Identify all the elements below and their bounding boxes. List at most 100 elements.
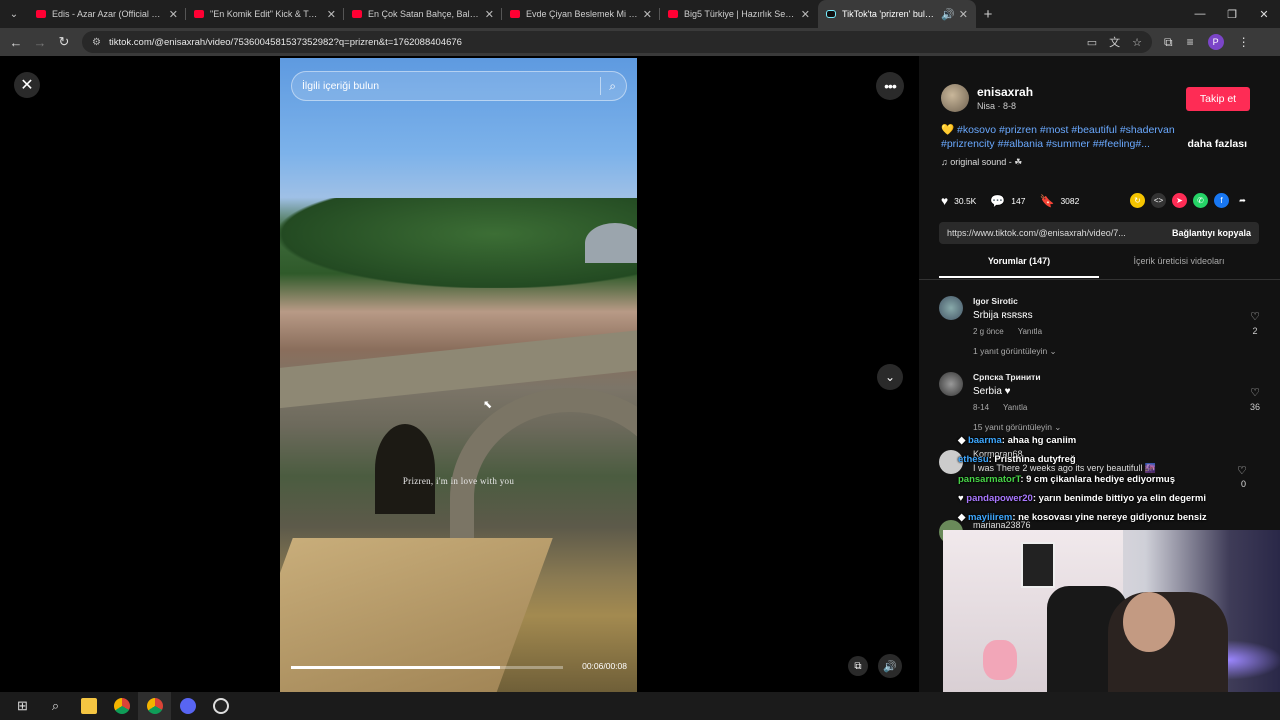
comment-like-icon[interactable]: ♡ <box>1245 310 1265 323</box>
comment-like-icon[interactable]: ♡ <box>1237 464 1247 477</box>
site-info-icon[interactable]: ⚙ <box>92 37 101 48</box>
more-options-icon[interactable]: ••• <box>876 72 904 100</box>
browser-tab[interactable]: Big5 Türkiye | Hazırlık Sezonu 4✕ <box>660 0 818 28</box>
whatsapp-icon[interactable]: ✆ <box>1193 193 1208 208</box>
browser-tab[interactable]: Edis - Azar Azar (Official Video) ✕ <box>28 0 186 28</box>
file-explorer-icon[interactable] <box>72 692 105 720</box>
browser-menu-icon[interactable]: ⋮ <box>1238 35 1250 49</box>
comment-like-count: 2 <box>1252 326 1258 336</box>
commenter-avatar[interactable] <box>939 296 963 320</box>
minimize-icon[interactable]: — <box>1184 0 1216 28</box>
video-timecode: 00:06/00:08 <box>582 661 627 671</box>
close-tab-icon[interactable]: ✕ <box>959 8 968 21</box>
search-placeholder: İlgili içeriği bulun <box>302 80 380 92</box>
new-tab-button[interactable]: + <box>976 6 1000 23</box>
save-button[interactable]: 🔖 3082 <box>1039 194 1079 208</box>
address-bar[interactable]: ⚙ tiktok.com/@enisaxrah/video/7536004581… <box>82 31 1152 53</box>
progress-fill <box>291 666 501 669</box>
repost-icon[interactable]: ↻ <box>1130 193 1145 208</box>
search-icon[interactable]: ⌕ <box>609 79 616 94</box>
chat-text: : ne kosovası yine nereye gidiyonuz bens… <box>1012 512 1207 523</box>
close-tab-icon[interactable]: ✕ <box>801 8 810 21</box>
like-count: 30.5K <box>954 196 977 206</box>
chat-text: : yarın benimde bittiyo ya elin degermi <box>1032 493 1206 504</box>
browser-toolbar: ← → ↻ ⚙ tiktok.com/@enisaxrah/video/7536… <box>0 28 1280 56</box>
close-tab-icon[interactable]: ✕ <box>327 8 336 21</box>
author-username[interactable]: enisaxrah <box>977 85 1033 99</box>
view-replies-link[interactable]: 15 yanıt görüntüleyin ⌄ <box>973 422 1061 433</box>
tab-creator-videos[interactable]: İçerik üreticisi videoları <box>1099 256 1259 278</box>
profile-avatar[interactable]: P <box>1207 34 1224 50</box>
discord-icon[interactable] <box>171 692 204 720</box>
close-tab-icon[interactable]: ✕ <box>485 8 494 21</box>
comment-like-count: 0 <box>1241 479 1247 489</box>
comment-meta: 8-14 Yanıtla <box>973 403 1027 412</box>
comment-time: 8-14 <box>973 403 990 412</box>
like-button[interactable]: ♥ 30.5K <box>941 194 976 208</box>
hashtags-line[interactable]: #prizrencity ##albania #summer ##feeling… <box>941 138 1150 150</box>
embed-code-icon[interactable]: <> <box>1151 193 1166 208</box>
tab-comments[interactable]: Yorumlar (147) <box>939 256 1099 278</box>
chat-text: : ahaa hg caniim <box>1001 435 1077 446</box>
close-tab-icon[interactable]: ✕ <box>169 8 178 21</box>
back-icon[interactable]: ← <box>4 30 28 54</box>
view-replies-link[interactable]: 1 yanıt görüntüleyin ⌄ <box>973 346 1057 357</box>
copy-link-button[interactable]: Bağlantıyı kopyala <box>1172 228 1251 238</box>
sound-link[interactable]: ♫ original sound - ☘ <box>941 157 1022 168</box>
forward-icon[interactable]: → <box>28 30 52 54</box>
send-icon[interactable]: ➤ <box>1172 193 1187 208</box>
follow-button[interactable]: Takip et <box>1186 87 1250 111</box>
heart-emoji-icon: 💛 <box>941 124 955 136</box>
browser-tab-active[interactable]: TikTok'ta 'prizren' bulabilirs🔊✕ <box>818 0 976 28</box>
next-video-chevron-icon[interactable]: ⌄ <box>877 364 903 390</box>
reply-link[interactable]: Yanıtla <box>1018 327 1042 336</box>
restore-icon[interactable]: ❐ <box>1216 0 1248 28</box>
volume-icon[interactable]: 🔊 <box>878 654 902 678</box>
windows-taskbar: ⊞ ⌕ <box>0 692 1280 720</box>
extensions-icon[interactable]: ⧉ <box>1164 35 1173 50</box>
browser-tab[interactable]: Evde Çiyan Beslemek Mi ? - You✕ <box>502 0 660 28</box>
commenter-avatar[interactable] <box>939 372 963 396</box>
author-avatar[interactable] <box>941 84 969 112</box>
engagement-bar: ♥ 30.5K 💬 147 🔖 3082 <box>941 194 1093 208</box>
browser-tab[interactable]: "En Komik Edit" Kick & Twitch K✕ <box>186 0 344 28</box>
see-more-link[interactable]: daha fazlası <box>1187 137 1247 151</box>
facebook-icon[interactable]: f <box>1214 193 1229 208</box>
video-player[interactable]: İlgili içeriği bulun ⌕ Prizren, i'm in l… <box>280 58 637 692</box>
chrome-profile-icon[interactable] <box>138 692 171 720</box>
youtube-icon <box>668 10 678 18</box>
commenter-name[interactable]: Igor Sirotic <box>973 296 1018 306</box>
picture-in-picture-icon[interactable]: ⧉ <box>848 656 868 676</box>
translate-icon[interactable]: 文 <box>1109 34 1120 50</box>
author-info[interactable]: enisaxrah Nisa · 8-8 <box>941 84 1033 112</box>
hashtags-line[interactable]: #kosovo #prizren #most #beautiful #shade… <box>957 124 1175 136</box>
comment-text: Serbia ♥ <box>973 386 1011 397</box>
chat-message: ♥ pandapower20: yarın benimde bittiyo ya… <box>958 493 1206 504</box>
browser-tab[interactable]: En Çok Satan Bahçe, Balkon ve✕ <box>344 0 502 28</box>
close-window-icon[interactable]: ✕ <box>1248 0 1280 28</box>
comment-bubble-icon: 💬 <box>990 194 1006 208</box>
chat-message: ◆ baarma: ahaa hg caniim <box>958 435 1076 446</box>
related-search-bar[interactable]: İlgili içeriği bulun ⌕ <box>291 71 627 101</box>
chat-message: pansarmatorT: 9 cm çikanlara hediye ediy… <box>958 474 1175 485</box>
video-frame-arch <box>375 424 435 514</box>
share-arrow-icon[interactable]: ➦ <box>1235 193 1250 208</box>
mouse-cursor-icon: ⬉ <box>483 399 493 411</box>
obs-icon[interactable] <box>204 692 237 720</box>
audio-playing-icon[interactable]: 🔊 <box>941 8 955 21</box>
comment-button[interactable]: 💬 147 <box>990 194 1025 208</box>
close-video-icon[interactable]: ✕ <box>14 72 40 98</box>
tab-search-chevron-icon[interactable]: ⌄ <box>0 0 28 28</box>
video-progress-bar[interactable] <box>291 666 563 669</box>
commenter-name[interactable]: Српска Тринити <box>973 372 1041 382</box>
reload-icon[interactable]: ↻ <box>52 30 76 54</box>
media-control-icon[interactable]: ≡ <box>1187 35 1194 49</box>
bookmark-star-icon[interactable]: ☆ <box>1132 36 1142 49</box>
close-tab-icon[interactable]: ✕ <box>643 8 652 21</box>
reply-link[interactable]: Yanıtla <box>1003 403 1027 412</box>
comment-like-icon[interactable]: ♡ <box>1245 386 1265 399</box>
cast-icon[interactable]: ▭ <box>1087 36 1097 49</box>
chrome-icon[interactable] <box>105 692 138 720</box>
search-icon[interactable]: ⌕ <box>39 692 72 720</box>
windows-start-icon[interactable]: ⊞ <box>6 692 39 720</box>
